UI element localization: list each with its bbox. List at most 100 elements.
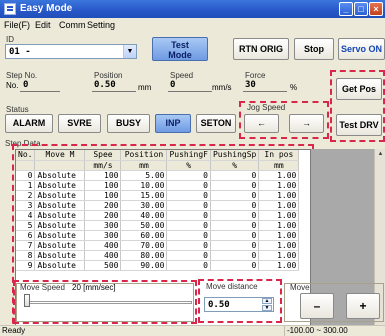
- table-cell[interactable]: 500: [84, 260, 122, 271]
- table-cell[interactable]: 9: [16, 260, 36, 271]
- move-plus-button[interactable]: +: [346, 293, 380, 319]
- table-cell[interactable]: 1.00: [258, 180, 300, 191]
- minimize-button[interactable]: _: [339, 2, 353, 16]
- table-cell[interactable]: 400: [84, 250, 122, 261]
- table-cell[interactable]: 40.00: [120, 210, 168, 221]
- table-cell[interactable]: 90.00: [120, 260, 168, 271]
- step-data-table[interactable]: No. Move M Spee Position PushingF PushingSp In…: [16, 150, 300, 271]
- scroll-up-icon[interactable]: ▲: [376, 150, 385, 159]
- column-header[interactable]: Move M: [34, 150, 86, 161]
- table-row[interactable]: 6 Absolute 300 60.00 0 0 1.00: [16, 230, 300, 241]
- table-cell[interactable]: 1.00: [258, 250, 300, 261]
- table-cell[interactable]: 8: [16, 250, 36, 261]
- table-cell[interactable]: 0: [210, 240, 260, 251]
- table-cell[interactable]: 0: [210, 250, 260, 261]
- table-cell[interactable]: 0: [166, 200, 211, 211]
- spin-up-icon[interactable]: ▲: [262, 298, 272, 304]
- table-cell[interactable]: Absolute: [34, 250, 86, 261]
- stop-button[interactable]: Stop: [294, 38, 334, 60]
- table-cell[interactable]: 0: [166, 240, 211, 251]
- move-distance-input[interactable]: 0.50 ▲ ▼: [204, 297, 274, 312]
- table-cell[interactable]: 1.00: [258, 210, 300, 221]
- table-cell[interactable]: 0: [166, 260, 211, 271]
- close-button[interactable]: ×: [369, 2, 383, 16]
- table-cell[interactable]: 0: [166, 250, 211, 261]
- table-cell[interactable]: 70.00: [120, 240, 168, 251]
- table-cell[interactable]: 100: [84, 190, 122, 201]
- table-cell[interactable]: 0: [210, 190, 260, 201]
- table-row[interactable]: 8 Absolute 400 80.00 0 0 1.00: [16, 250, 300, 261]
- table-cell[interactable]: 0: [166, 210, 211, 221]
- table-cell[interactable]: Absolute: [34, 210, 86, 221]
- jog-left-button[interactable]: ←: [244, 114, 279, 133]
- servo-on-button[interactable]: Servo ON: [338, 38, 385, 60]
- table-row[interactable]: 2 Absolute 100 15.00 0 0 1.00: [16, 190, 300, 201]
- table-cell[interactable]: 1.00: [258, 220, 300, 231]
- column-header[interactable]: PushingSp: [210, 150, 260, 161]
- table-cell[interactable]: 0: [166, 180, 211, 191]
- jog-right-button[interactable]: →: [289, 114, 324, 133]
- table-cell[interactable]: Absolute: [34, 200, 86, 211]
- table-cell[interactable]: 4: [16, 210, 36, 221]
- table-cell[interactable]: 30.00: [120, 200, 168, 211]
- table-cell[interactable]: 400: [84, 240, 122, 251]
- table-cell[interactable]: 1.00: [258, 230, 300, 241]
- table-row[interactable]: 3 Absolute 200 30.00 0 0 1.00: [16, 200, 300, 211]
- spin-down-icon[interactable]: ▼: [262, 305, 272, 311]
- table-cell[interactable]: 7: [16, 240, 36, 251]
- table-cell[interactable]: 3: [16, 200, 36, 211]
- column-header[interactable]: No.: [16, 150, 36, 161]
- table-cell[interactable]: 5.00: [120, 170, 168, 181]
- table-cell[interactable]: 0: [166, 230, 211, 241]
- table-cell[interactable]: 0: [210, 170, 260, 181]
- table-cell[interactable]: Absolute: [34, 180, 86, 191]
- table-cell[interactable]: 1.00: [258, 240, 300, 251]
- menu-file[interactable]: File(F): [4, 20, 30, 30]
- table-cell[interactable]: 0: [166, 220, 211, 231]
- table-cell[interactable]: 100: [84, 170, 122, 181]
- table-cell[interactable]: 0: [210, 230, 260, 241]
- table-cell[interactable]: 1.00: [258, 170, 300, 181]
- get-pos-button[interactable]: Get Pos: [336, 78, 382, 100]
- table-cell[interactable]: 1: [16, 180, 36, 191]
- table-cell[interactable]: 1.00: [258, 200, 300, 211]
- table-cell[interactable]: Absolute: [34, 240, 86, 251]
- table-cell[interactable]: 0: [210, 180, 260, 191]
- table-cell[interactable]: 0: [166, 170, 211, 181]
- test-drv-button[interactable]: Test DRV: [336, 114, 382, 136]
- table-cell[interactable]: 0: [210, 200, 260, 211]
- table-cell[interactable]: Absolute: [34, 220, 86, 231]
- table-row[interactable]: 7 Absolute 400 70.00 0 0 1.00: [16, 240, 300, 251]
- table-row[interactable]: 0 Absolute 100 5.00 0 0 1.00: [16, 170, 300, 181]
- table-cell[interactable]: 15.00: [120, 190, 168, 201]
- column-header[interactable]: In pos: [258, 150, 300, 161]
- table-cell[interactable]: 300: [84, 230, 122, 241]
- table-cell[interactable]: 0: [210, 220, 260, 231]
- table-row[interactable]: 9 Absolute 500 90.00 0 0 1.00: [16, 260, 300, 271]
- table-cell[interactable]: 60.00: [120, 230, 168, 241]
- table-cell[interactable]: Absolute: [34, 190, 86, 201]
- menu-edit[interactable]: Edit: [35, 20, 51, 30]
- table-cell[interactable]: 2: [16, 190, 36, 201]
- menu-setting[interactable]: Setting: [87, 20, 115, 30]
- move-speed-slider-track[interactable]: [26, 301, 192, 304]
- menu-comm[interactable]: Comm: [59, 20, 86, 30]
- table-cell[interactable]: 1.00: [258, 260, 300, 271]
- column-header[interactable]: PushingF: [166, 150, 211, 161]
- column-header[interactable]: Spee: [84, 150, 122, 161]
- table-cell[interactable]: 0: [210, 260, 260, 271]
- id-select[interactable]: 01 - ▼: [5, 44, 137, 59]
- table-cell[interactable]: 1.00: [258, 190, 300, 201]
- table-cell[interactable]: 0: [16, 170, 36, 181]
- maximize-button[interactable]: □: [354, 2, 368, 16]
- table-cell[interactable]: 5: [16, 220, 36, 231]
- move-speed-slider-thumb[interactable]: [24, 294, 30, 307]
- table-cell[interactable]: 80.00: [120, 250, 168, 261]
- test-mode-button[interactable]: Test Mode: [152, 37, 208, 61]
- table-cell[interactable]: 0: [210, 210, 260, 221]
- column-header[interactable]: Position: [120, 150, 168, 161]
- table-cell[interactable]: 10.00: [120, 180, 168, 191]
- table-row[interactable]: 4 Absolute 200 40.00 0 0 1.00: [16, 210, 300, 221]
- table-cell[interactable]: Absolute: [34, 230, 86, 241]
- table-cell[interactable]: Absolute: [34, 170, 86, 181]
